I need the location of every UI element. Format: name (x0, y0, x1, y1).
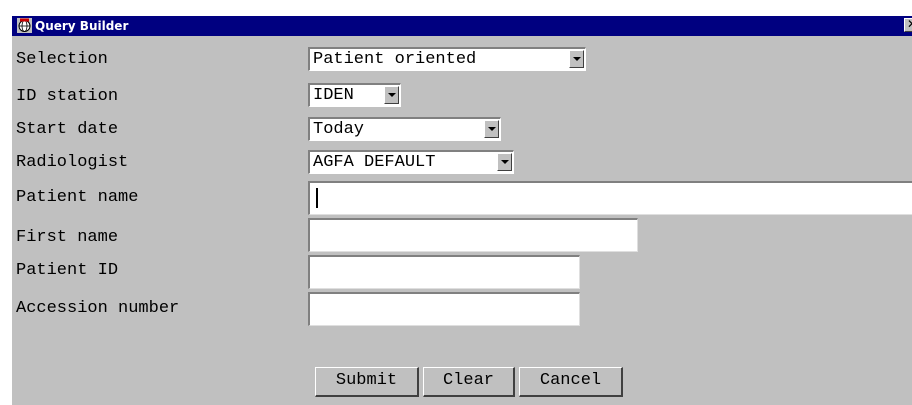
radiologist-label: Radiologist (16, 153, 129, 172)
clear-button[interactable]: Clear (423, 367, 515, 397)
radiologist-value: AGFA DEFAULT (313, 153, 436, 172)
chevron-down-icon[interactable] (569, 50, 584, 68)
patient-id-input[interactable] (308, 255, 580, 289)
first-name-label: First name (16, 228, 119, 247)
submit-button[interactable]: Submit (315, 367, 419, 397)
start-date-label: Start date (16, 120, 119, 139)
cancel-button[interactable]: Cancel (519, 367, 623, 397)
patient-name-input[interactable] (308, 181, 912, 215)
patient-name-label: Patient name (16, 188, 139, 207)
accession-number-input[interactable] (308, 292, 580, 326)
query-builder-dialog: Query Builder ✕ Selection ID station Sta… (12, 16, 912, 405)
accession-number-label: Accession number (16, 299, 180, 318)
close-button[interactable]: ✕ (904, 17, 912, 32)
close-icon: ✕ (907, 17, 912, 31)
globe-icon (17, 18, 32, 33)
id-station-label: ID station (16, 87, 119, 106)
selection-value: Patient oriented (313, 50, 477, 69)
patient-id-label: Patient ID (16, 261, 119, 280)
first-name-input[interactable] (308, 218, 638, 252)
id-station-value: IDEN (313, 86, 354, 105)
chevron-down-icon[interactable] (484, 120, 499, 138)
window-title: Query Builder (35, 19, 129, 33)
radiologist-dropdown[interactable]: AGFA DEFAULT (308, 150, 514, 174)
id-station-dropdown[interactable]: IDEN (308, 83, 401, 107)
text-caret (316, 188, 318, 208)
chevron-down-icon[interactable] (384, 86, 399, 104)
start-date-dropdown[interactable]: Today (308, 117, 501, 141)
start-date-value: Today (313, 120, 365, 139)
chevron-down-icon[interactable] (497, 153, 512, 171)
selection-label: Selection (16, 50, 108, 69)
title-bar[interactable]: Query Builder ✕ (12, 16, 912, 36)
selection-dropdown[interactable]: Patient oriented (308, 47, 586, 71)
